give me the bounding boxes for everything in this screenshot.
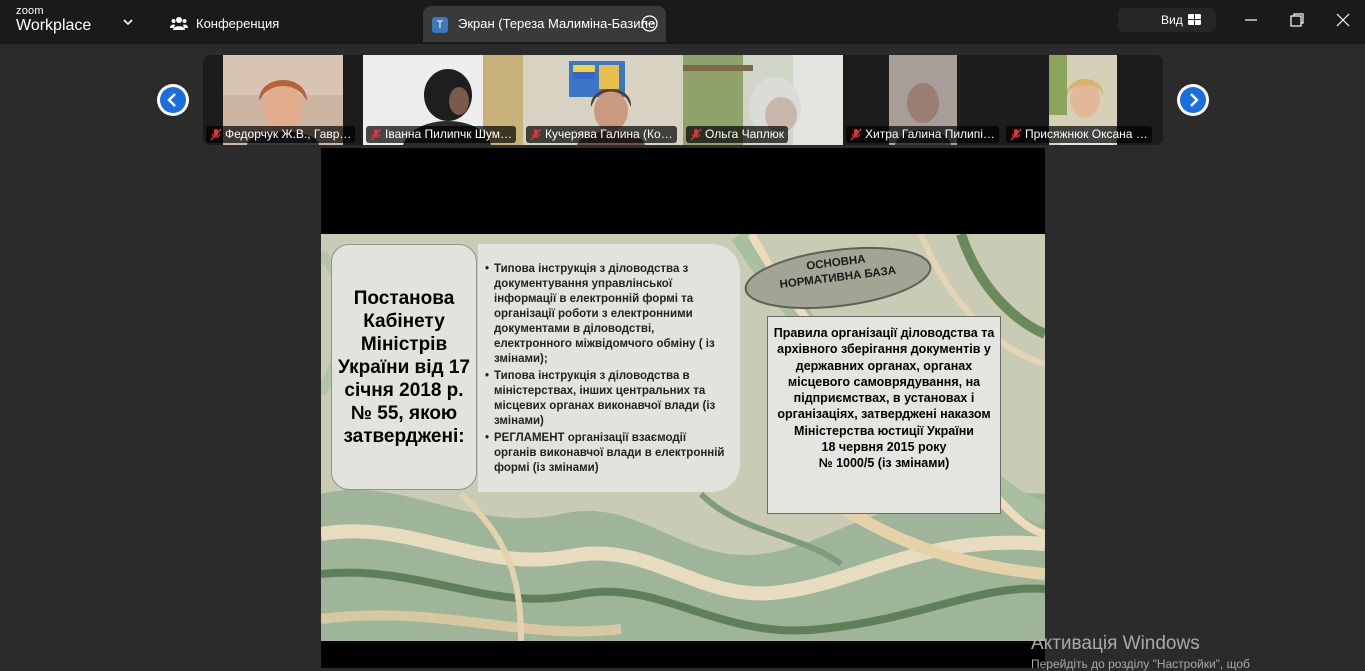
zoom-logo: zoom Workplace <box>16 6 91 34</box>
participant-tile[interactable]: Хитра Галина Пилипі… <box>843 55 1003 145</box>
participant-name-label: Хитра Галина Пилипі… <box>846 126 999 143</box>
participant-name: Іванна Пилипчк Шум… <box>385 127 512 141</box>
restore-icon[interactable] <box>1289 12 1305 28</box>
participant-tile[interactable]: Федорчук Ж.В., Гавр… <box>203 55 363 145</box>
mic-muted-icon <box>210 128 222 141</box>
participant-gallery: Федорчук Ж.В., Гавр… Іванна Пилипчк Шум… <box>203 55 1163 145</box>
grid-icon <box>1188 14 1201 25</box>
participant-name-label: Ольга Чаплюк <box>686 126 788 143</box>
participant-tile[interactable]: Кучерява Галина (Ко… <box>523 55 683 145</box>
mic-muted-icon <box>850 128 862 141</box>
shared-screen: Постанова Кабінету Міністрів України від… <box>321 148 1045 668</box>
resolution-box: Постанова Кабінету Міністрів України від… <box>331 244 477 490</box>
resolution-text: Постанова Кабінету Міністрів України від… <box>338 287 470 447</box>
gallery-prev-button[interactable] <box>157 84 189 116</box>
conference-label: Конференция <box>196 15 280 31</box>
rules-box: Правила організації діловодства та архів… <box>767 316 1001 514</box>
activation-watermark-text: Перейдіть до розділу "Настройки", щоб <box>1031 657 1250 671</box>
participant-name: Ольга Чаплюк <box>705 127 784 141</box>
brand-bottom: Workplace <box>16 17 92 34</box>
list-item: Типова інструкція з діловодства з докуме… <box>485 262 728 367</box>
rules-number: № 1000/5 (із змінами) <box>818 456 950 471</box>
instructions-list: Типова інструкція з діловодства з докуме… <box>484 262 728 476</box>
list-item: Типова інструкція з діловодства в мініст… <box>485 369 728 429</box>
participant-name: Федорчук Ж.В., Гавр… <box>225 127 352 141</box>
conference-button[interactable]: Конференция <box>170 11 279 35</box>
more-options-icon[interactable] <box>641 15 658 32</box>
chevron-down-icon[interactable] <box>120 14 136 30</box>
tab-label: Экран (Тереза Малиміна-Базиле <box>458 16 656 31</box>
close-icon[interactable] <box>1335 12 1351 28</box>
participant-tile[interactable]: Ольга Чаплюк <box>683 55 843 145</box>
participants-icon <box>170 17 188 30</box>
mic-muted-icon <box>370 128 382 141</box>
participant-name-label: Кучерява Галина (Ко… <box>526 126 677 143</box>
participant-name-label: Федорчук Ж.В., Гавр… <box>206 126 356 143</box>
participant-name-label: Присяжнюк Оксана … <box>1006 126 1152 143</box>
brand-top: zoom <box>16 5 44 17</box>
participant-name-label: Іванна Пилипчк Шум… <box>366 126 516 143</box>
tab-avatar-icon: T <box>432 17 448 33</box>
instructions-box: Типова інструкція з діловодства з докуме… <box>478 244 740 492</box>
participant-name: Хитра Галина Пилипі… <box>865 127 995 141</box>
list-item: РЕГЛАМЕНТ організації взаємодії органів … <box>485 431 728 476</box>
mic-muted-icon <box>1010 128 1022 141</box>
gallery-next-button[interactable] <box>1177 84 1209 116</box>
mic-muted-icon <box>690 128 702 141</box>
mic-muted-icon <box>530 128 542 141</box>
participant-tile[interactable]: Присяжнюк Оксана … <box>1003 55 1163 145</box>
activation-watermark-title: Активація Windows <box>1031 633 1200 654</box>
view-label: Вид <box>1161 13 1183 27</box>
minimize-icon[interactable] <box>1243 12 1259 28</box>
chevron-right-icon <box>1190 93 1199 107</box>
participant-name: Кучерява Галина (Ко… <box>545 127 673 141</box>
title-bar: zoom Workplace Конференция T Экран (Тере… <box>0 0 1365 44</box>
rules-date: 18 червня 2015 року <box>821 440 947 455</box>
chevron-left-icon <box>167 93 176 107</box>
tab-screen-share[interactable]: T Экран (Тереза Малиміна-Базиле <box>423 6 666 42</box>
participant-tile[interactable]: Іванна Пилипчк Шум… <box>363 55 523 145</box>
presentation-slide: Постанова Кабінету Міністрів України від… <box>321 234 1045 641</box>
rules-text: Правила організації діловодства та архів… <box>773 326 995 438</box>
participant-name: Присяжнюк Оксана … <box>1025 127 1148 141</box>
